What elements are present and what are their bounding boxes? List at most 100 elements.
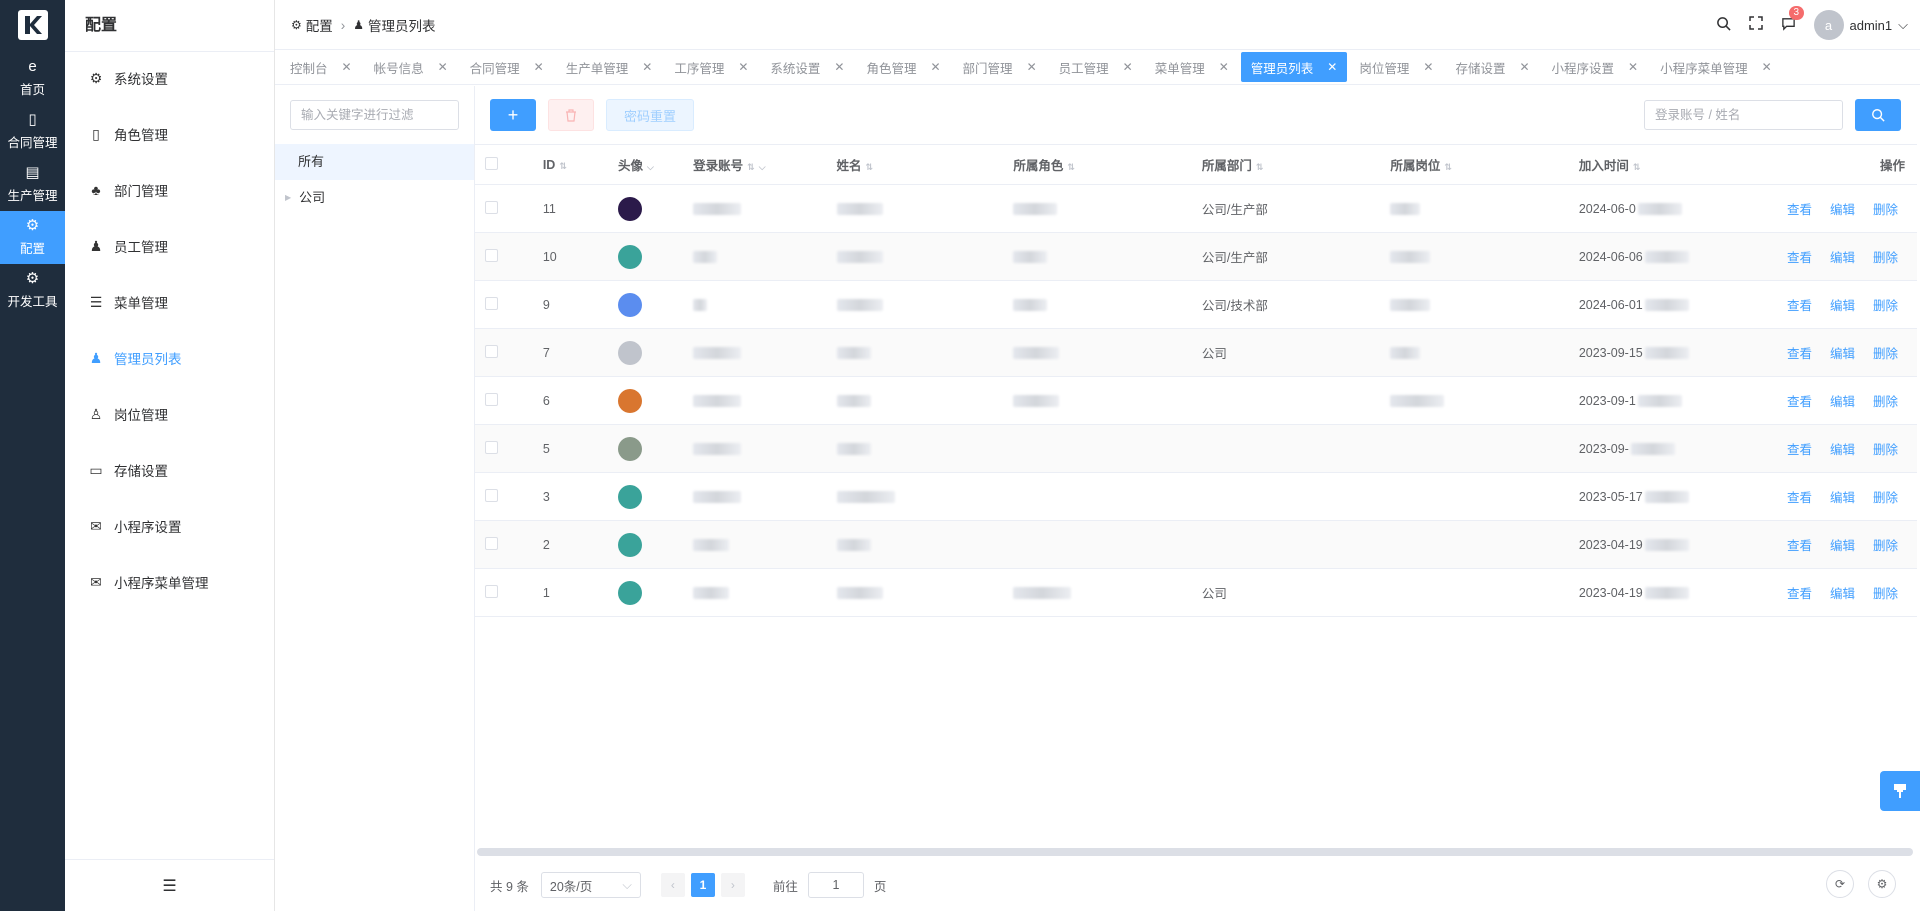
add-button[interactable]: + [490, 99, 536, 131]
submenu-item-3[interactable]: ♟ 员工管理 [65, 218, 274, 274]
view-link[interactable]: 查看 [1787, 347, 1812, 361]
tab-14[interactable]: 小程序菜单管理 ✕ [1650, 52, 1782, 82]
submenu-item-7[interactable]: ▭ 存储设置 [65, 442, 274, 498]
col-id[interactable]: ID ⇅ [532, 144, 608, 185]
table-row[interactable]: 9 公司/技术部 2024-06-01 查看 编辑 删除 [475, 280, 1917, 329]
submenu-item-6[interactable]: ♙ 岗位管理 [65, 386, 274, 442]
delete-link[interactable]: 删除 [1873, 203, 1898, 217]
close-icon[interactable]: ✕ [1628, 60, 1638, 74]
tab-3[interactable]: 生产单管理 ✕ [556, 52, 663, 82]
submenu-item-4[interactable]: ☰ 菜单管理 [65, 274, 274, 330]
submenu-item-5[interactable]: ♟ 管理员列表 [65, 330, 274, 386]
table-row[interactable]: 10 公司/生产部 2024-06-06 查看 编辑 删除 [475, 232, 1917, 281]
row-checkbox[interactable] [475, 472, 533, 521]
delete-link[interactable]: 删除 [1873, 347, 1898, 361]
close-icon[interactable]: ✕ [1123, 60, 1133, 74]
close-icon[interactable]: ✕ [1027, 60, 1037, 74]
tab-13[interactable]: 小程序设置 ✕ [1542, 52, 1649, 82]
user-menu[interactable]: a admin1 ⌵ [1813, 10, 1908, 40]
view-link[interactable]: 查看 [1787, 539, 1812, 553]
edit-link[interactable]: 编辑 [1830, 203, 1855, 217]
view-link[interactable]: 查看 [1787, 251, 1812, 265]
rail-item-1[interactable]: ▯ 合同管理 [0, 105, 65, 158]
close-icon[interactable]: ✕ [342, 60, 352, 74]
close-icon[interactable]: ✕ [1519, 60, 1529, 74]
table-row[interactable]: 3 2023-05-17 查看 编辑 删除 [475, 472, 1917, 521]
table-row[interactable]: 7 公司 2023-09-15 查看 编辑 删除 [475, 328, 1917, 377]
next-page-button[interactable]: › [720, 873, 745, 897]
col-avatar[interactable]: 头像 ⌵ [607, 144, 684, 185]
col-post[interactable]: 所属岗位 ⇅ [1380, 144, 1569, 185]
delete-link[interactable]: 删除 [1873, 395, 1898, 409]
rail-item-3[interactable]: ⚙ 配置 [0, 211, 65, 264]
delete-link[interactable]: 删除 [1873, 443, 1898, 457]
reset-password-button[interactable]: 密码重置 [606, 99, 694, 131]
close-icon[interactable]: ✕ [1327, 60, 1337, 74]
close-icon[interactable]: ✕ [438, 60, 448, 74]
goto-input[interactable]: 1 [807, 872, 864, 898]
tab-7[interactable]: 部门管理 ✕ [953, 52, 1047, 82]
page-number[interactable]: 1 [690, 873, 715, 897]
tab-6[interactable]: 角色管理 ✕ [856, 52, 950, 82]
delete-link[interactable]: 删除 [1873, 587, 1898, 601]
rail-item-2[interactable]: ▤ 生产管理 [0, 158, 65, 211]
col-role[interactable]: 所属角色 ⇅ [1003, 144, 1192, 185]
view-link[interactable]: 查看 [1787, 443, 1812, 457]
tab-1[interactable]: 帐号信息 ✕ [364, 52, 458, 82]
close-icon[interactable]: ✕ [1762, 60, 1772, 74]
delete-button[interactable] [548, 99, 594, 131]
edit-link[interactable]: 编辑 [1830, 347, 1855, 361]
tree-node-all[interactable]: 所有 [275, 144, 474, 180]
row-checkbox[interactable] [475, 568, 533, 617]
tab-2[interactable]: 合同管理 ✕ [460, 52, 554, 82]
search-button[interactable] [1855, 99, 1901, 131]
message-icon[interactable]: 3 [1781, 5, 1805, 35]
table-row[interactable]: 11 公司/生产部 2024-06-0 查看 编辑 删除 [475, 184, 1917, 233]
row-checkbox[interactable] [475, 424, 533, 473]
page-size-select[interactable]: 20条/页 ⌵ [540, 872, 641, 898]
fullscreen-icon[interactable] [1748, 16, 1763, 34]
delete-link[interactable]: 删除 [1873, 299, 1898, 313]
edit-link[interactable]: 编辑 [1830, 539, 1855, 553]
row-checkbox[interactable] [475, 184, 533, 233]
col-dept[interactable]: 所属部门 ⇅ [1191, 144, 1381, 185]
table-row[interactable]: 5 2023-09- 查看 编辑 删除 [475, 424, 1917, 473]
float-tool-button[interactable] [1880, 771, 1920, 811]
collapse-menu-icon[interactable]: ☰ [65, 859, 274, 911]
view-link[interactable]: 查看 [1787, 203, 1812, 217]
select-all-checkbox[interactable] [475, 144, 533, 185]
submenu-item-1[interactable]: ▯ 角色管理 [65, 106, 274, 162]
tab-0[interactable]: 控制台 ✕ [280, 52, 362, 82]
row-checkbox[interactable] [475, 328, 533, 377]
close-icon[interactable]: ✕ [834, 60, 844, 74]
edit-link[interactable]: 编辑 [1830, 587, 1855, 601]
delete-link[interactable]: 删除 [1873, 251, 1898, 265]
table-row[interactable]: 6 2023-09-1 查看 编辑 删除 [475, 376, 1917, 425]
delete-link[interactable]: 删除 [1873, 491, 1898, 505]
close-icon[interactable]: ✕ [534, 60, 544, 74]
search-input[interactable] [1644, 100, 1843, 130]
tab-5[interactable]: 系统设置 ✕ [760, 52, 854, 82]
tab-12[interactable]: 存储设置 ✕ [1445, 52, 1539, 82]
edit-link[interactable]: 编辑 [1830, 299, 1855, 313]
view-link[interactable]: 查看 [1787, 587, 1812, 601]
tab-10[interactable]: 管理员列表 ✕ [1240, 52, 1348, 82]
row-checkbox[interactable] [475, 232, 533, 281]
submenu-item-8[interactable]: ✉ 小程序设置 [65, 498, 274, 554]
caret-right-icon[interactable]: ▶ [285, 180, 291, 216]
search-icon[interactable] [1716, 16, 1731, 35]
col-name[interactable]: 姓名 ⇅ [826, 144, 1004, 185]
col-join-time[interactable]: 加入时间 ⇅ [1568, 144, 1777, 185]
horizontal-scrollbar[interactable] [477, 848, 1913, 856]
edit-link[interactable]: 编辑 [1830, 395, 1855, 409]
row-checkbox[interactable] [475, 280, 533, 329]
view-link[interactable]: 查看 [1787, 491, 1812, 505]
row-checkbox[interactable] [475, 520, 533, 569]
row-checkbox[interactable] [475, 376, 533, 425]
col-account[interactable]: 登录账号 ⇅ ⌵ [683, 144, 827, 185]
close-icon[interactable]: ✕ [738, 60, 748, 74]
tree-filter-input[interactable] [290, 100, 459, 130]
view-link[interactable]: 查看 [1787, 299, 1812, 313]
delete-link[interactable]: 删除 [1873, 539, 1898, 553]
tab-9[interactable]: 菜单管理 ✕ [1145, 52, 1239, 82]
